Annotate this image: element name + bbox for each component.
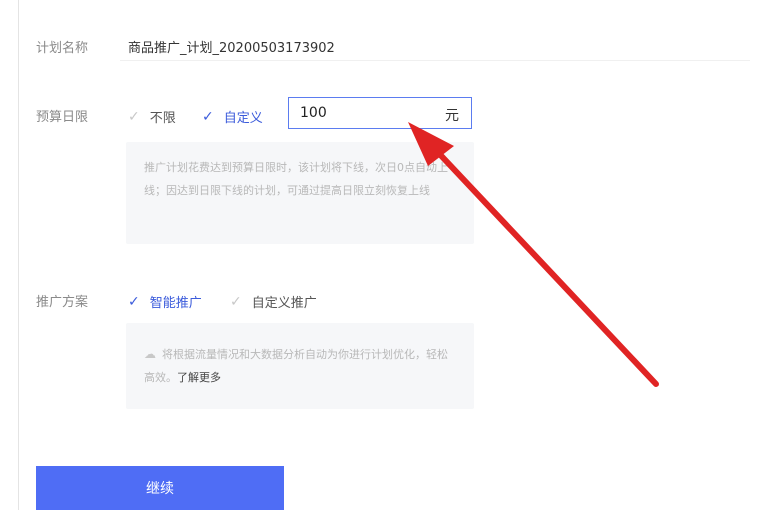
- arrow-shaft: [429, 143, 659, 387]
- red-arrow-annotation: [408, 122, 659, 387]
